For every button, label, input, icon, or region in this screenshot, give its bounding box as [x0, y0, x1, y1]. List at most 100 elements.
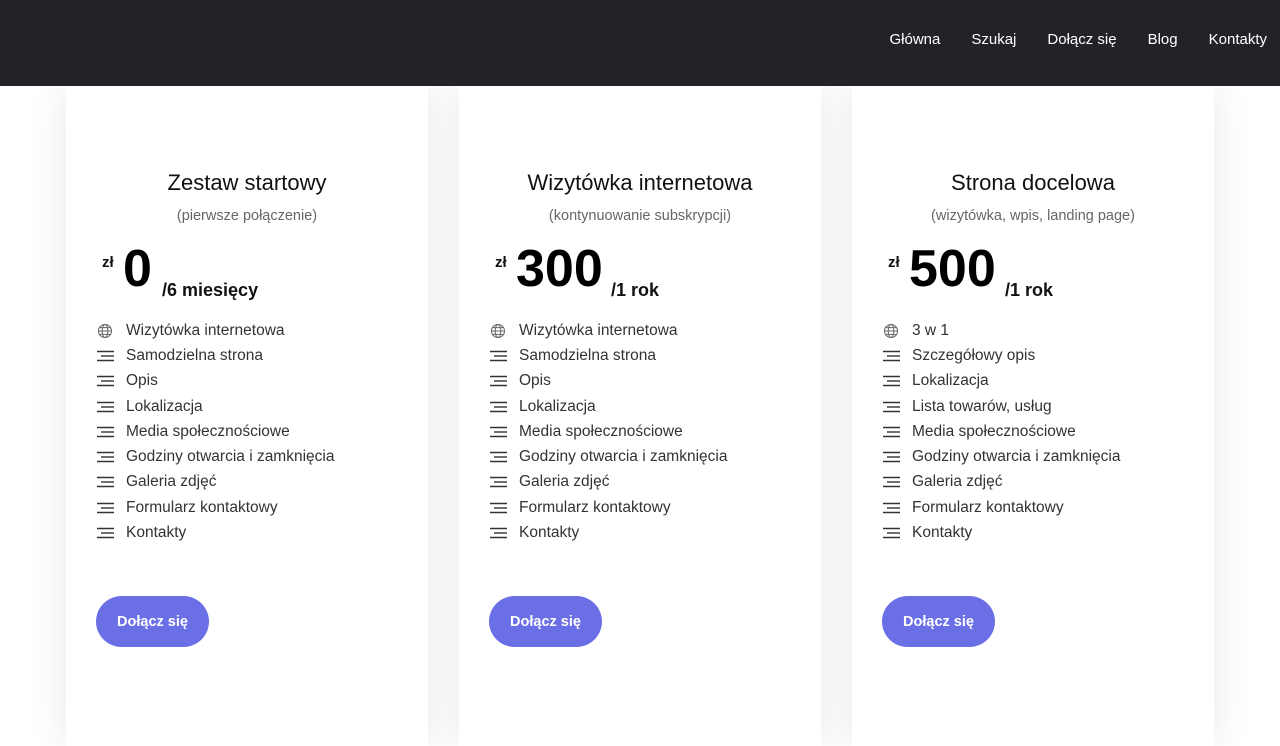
feature-list: 3 w 1 Szczegółowy opis Lokalizacja Lista to… [882, 318, 1120, 546]
feature-label: Kontakty [126, 524, 187, 542]
lines-icon [882, 399, 900, 415]
pricing-card-starter: Zestaw startowy (pierwsze połączenie) zł… [66, 86, 428, 746]
feature-label: Lokalizacja [912, 372, 989, 390]
lines-icon [882, 525, 900, 541]
feature-item: Lokalizacja [882, 369, 1120, 394]
feature-item: Godziny otwarcia i zamknięcia [96, 444, 334, 469]
plan-title: Zestaw startowy [167, 170, 327, 195]
lines-icon [96, 373, 114, 389]
pricing-card-business-card: Wizytówka internetowa (kontynuowanie sub… [459, 86, 821, 746]
nav-link-szukaj[interactable]: Szukaj [971, 30, 1016, 50]
lines-icon [489, 348, 507, 364]
feature-item: Godziny otwarcia i zamknięcia [489, 444, 727, 469]
join-button[interactable]: Dołącz się [882, 596, 995, 647]
plan-subtitle: (kontynuowanie subskrypcji) [548, 208, 732, 224]
nav-link-blog[interactable]: Blog [1148, 30, 1178, 50]
feature-label: Lokalizacja [519, 397, 596, 415]
feature-item: Media społecznościowe [489, 419, 727, 444]
feature-label: Samodzielna strona [519, 346, 656, 364]
main-nav: Główna Szukaj Dołącz się Blog Kontakty [890, 30, 1268, 50]
feature-item: Media społecznościowe [96, 419, 334, 444]
feature-item: Media społecznościowe [882, 419, 1120, 444]
lines-icon [882, 424, 900, 440]
join-button[interactable]: Dołącz się [489, 596, 602, 647]
feature-label: Media społecznościowe [126, 422, 290, 440]
feature-list: Wizytówka internetowa Samodzielna strona O… [489, 318, 727, 546]
join-button[interactable]: Dołącz się [96, 596, 209, 647]
feature-label: Formularz kontaktowy [519, 498, 671, 516]
feature-item: Formularz kontaktowy [96, 495, 334, 520]
lines-icon [489, 525, 507, 541]
feature-item: Opis [96, 369, 334, 394]
lines-icon [96, 348, 114, 364]
feature-label: Wizytówka internetowa [126, 321, 285, 339]
price-amount: 300 [516, 240, 603, 298]
lines-icon [96, 525, 114, 541]
lines-icon [96, 474, 114, 490]
feature-item: Galeria zdjęć [489, 470, 727, 495]
feature-label: Lista towarów, usług [912, 397, 1052, 415]
feature-item: Wizytówka internetowa [96, 318, 334, 343]
feature-item: Galeria zdjęć [882, 470, 1120, 495]
feature-label: Formularz kontaktowy [912, 498, 1064, 516]
plan-subtitle: (wizytówka, wpis, landing page) [931, 208, 1135, 224]
price-period: /1 rok [611, 280, 660, 300]
lines-icon [489, 449, 507, 465]
pricing-card-landing-page: Strona docelowa (wizytówka, wpis, landin… [852, 86, 1214, 746]
lines-icon [882, 348, 900, 364]
globe-icon [489, 323, 507, 339]
feature-list: Wizytówka internetowa Samodzielna strona O… [96, 318, 334, 546]
feature-label: Godziny otwarcia i zamknięcia [519, 448, 728, 466]
feature-label: Galeria zdjęć [126, 473, 217, 491]
lines-icon [489, 500, 507, 516]
feature-label: Kontakty [912, 524, 973, 542]
price-amount: 0 [123, 240, 152, 298]
price-currency: zł [888, 254, 900, 271]
feature-label: Opis [126, 372, 158, 390]
feature-label: 3 w 1 [912, 321, 950, 339]
lines-icon [489, 474, 507, 490]
plan-title: Strona docelowa [951, 170, 1115, 195]
feature-item: Lokalizacja [489, 394, 727, 419]
feature-item: Lokalizacja [96, 394, 334, 419]
feature-label: Godziny otwarcia i zamknięcia [912, 448, 1121, 466]
feature-label: Godziny otwarcia i zamknięcia [126, 448, 335, 466]
feature-item: Opis [489, 369, 727, 394]
lines-icon [96, 399, 114, 415]
lines-icon [489, 373, 507, 389]
lines-icon [96, 449, 114, 465]
lines-icon [882, 449, 900, 465]
plan-subtitle: (pierwsze połączenie) [176, 208, 318, 224]
feature-label: Formularz kontaktowy [126, 498, 278, 516]
feature-item: Wizytówka internetowa [489, 318, 727, 343]
feature-item: Lista towarów, usług [882, 394, 1120, 419]
lines-icon [882, 373, 900, 389]
price-currency: zł [495, 254, 507, 271]
feature-item: Samodzielna strona [96, 343, 334, 368]
feature-label: Media społecznościowe [519, 422, 683, 440]
feature-item: Galeria zdjęć [96, 470, 334, 495]
nav-link-glowna[interactable]: Główna [890, 30, 941, 50]
lines-icon [489, 399, 507, 415]
feature-item: Kontakty [489, 520, 727, 545]
plan-title: Wizytówka internetowa [527, 170, 753, 195]
feature-label: Wizytówka internetowa [519, 321, 678, 339]
lines-icon [96, 500, 114, 516]
feature-item: Formularz kontaktowy [882, 495, 1120, 520]
globe-icon [882, 323, 900, 339]
feature-label: Szczegółowy opis [912, 346, 1036, 364]
price-currency: zł [102, 254, 114, 271]
feature-label: Media społecznościowe [912, 422, 1076, 440]
price-period: /6 miesięcy [162, 280, 259, 300]
lines-icon [489, 424, 507, 440]
feature-item: 3 w 1 [882, 318, 1120, 343]
top-navigation-bar: Główna Szukaj Dołącz się Blog Kontakty [0, 0, 1280, 86]
nav-link-kontakty[interactable]: Kontakty [1209, 30, 1267, 50]
lines-icon [882, 500, 900, 516]
feature-item: Samodzielna strona [489, 343, 727, 368]
price-amount: 500 [909, 240, 996, 298]
nav-link-dolacz-sie[interactable]: Dołącz się [1047, 30, 1116, 50]
feature-item: Godziny otwarcia i zamknięcia [882, 444, 1120, 469]
feature-label: Galeria zdjęć [912, 473, 1003, 491]
feature-item: Kontakty [882, 520, 1120, 545]
